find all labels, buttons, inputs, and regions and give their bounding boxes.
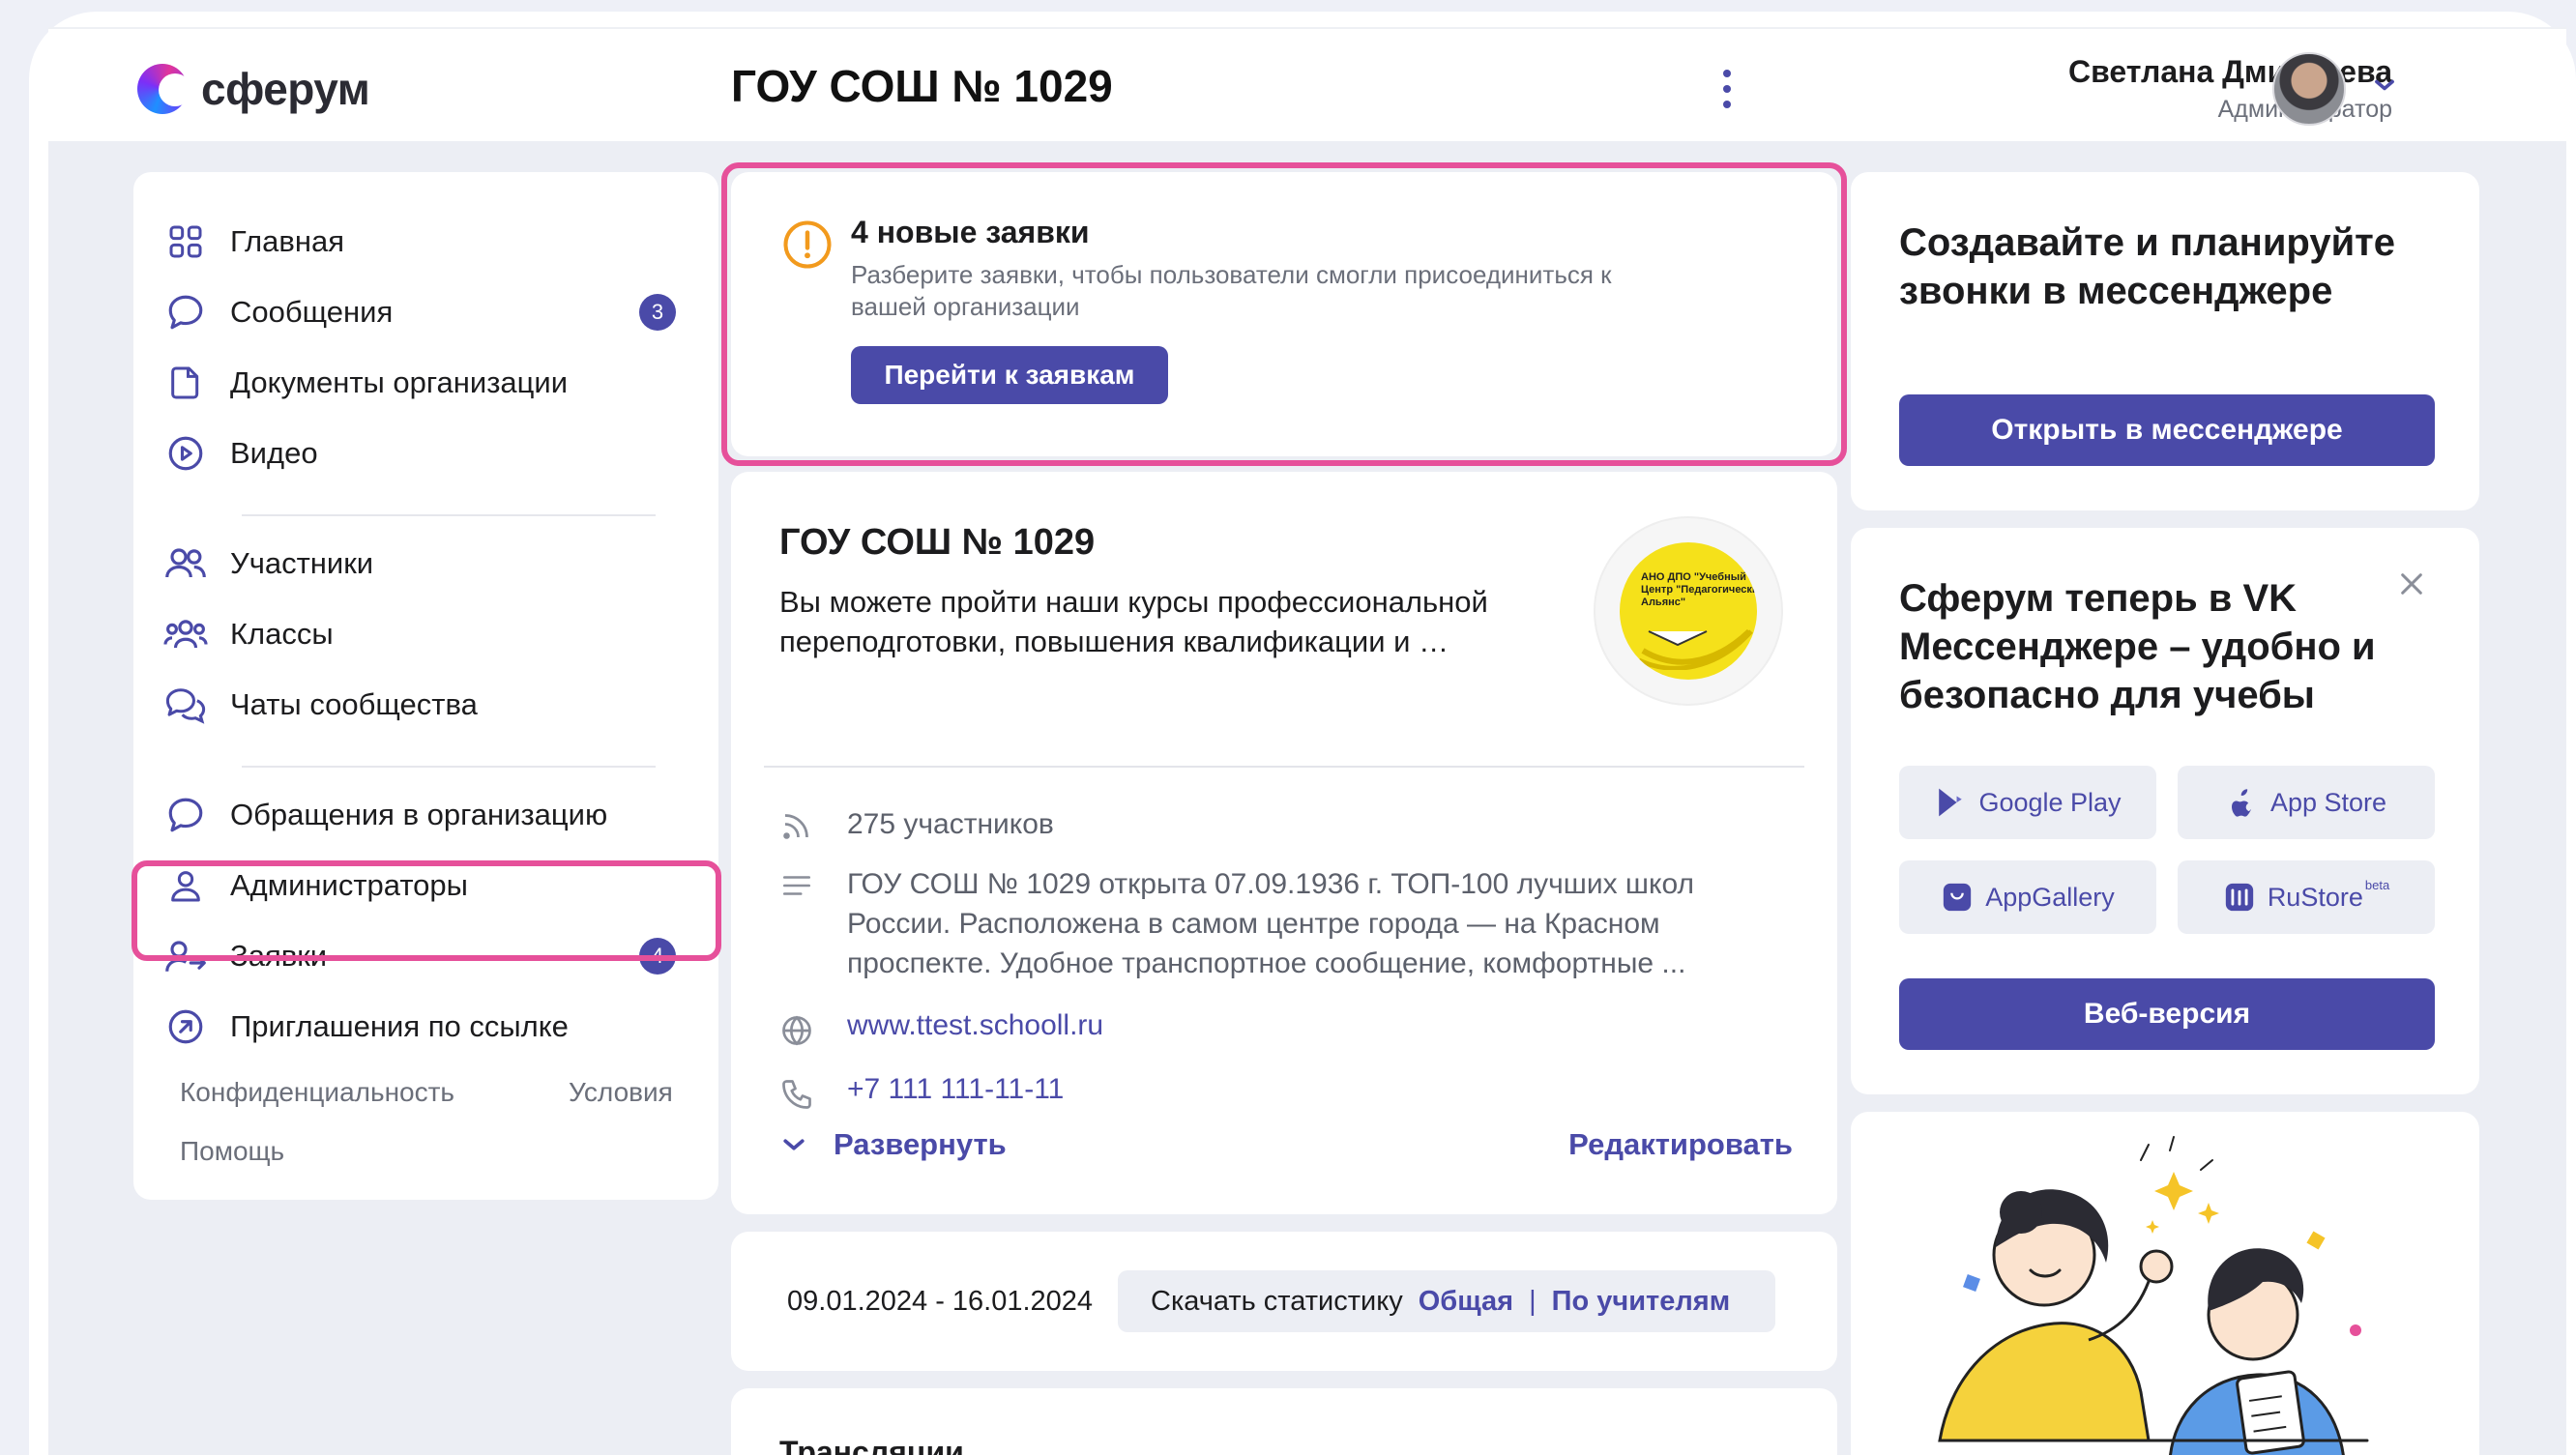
chevron-down-icon [783,1139,805,1150]
website-row: www.ttest.schooll.ru [776,1009,1103,1052]
text-lines-icon [776,864,818,907]
app-window: сферум ГОУ СОШ № 1029 Светлана Дмитриева… [48,27,2566,1455]
rustore-icon [2223,881,2256,914]
store-label: App Store [2269,787,2387,817]
sidebar-item-label: Обращения в организацию [230,798,608,831]
sidebar-item-video[interactable]: Видео [162,423,689,483]
members-count: 275 участников [847,808,1054,840]
rss-icon [776,804,818,847]
sferum-logo[interactable]: сферум [137,62,370,116]
expand-button[interactable]: Развернуть [779,1127,1007,1162]
sidebar-item-appeals[interactable]: Обращения в организацию [162,785,689,845]
globe-icon [776,1009,818,1052]
document-icon [162,360,209,406]
website-link[interactable]: www.ttest.schooll.ru [847,1009,1103,1042]
illustration-card [1851,1112,2479,1455]
sidebar-item-label: Видео [230,436,318,470]
page-title: ГОУ СОШ № 1029 [731,61,1113,111]
date-range[interactable]: 09.01.2024 - 16.01.2024 [787,1286,1093,1318]
sidebar-item-label: Документы организации [230,365,569,399]
edit-button[interactable]: Редактировать [1568,1127,1793,1162]
sidebar-item-label: Приглашения по ссылке [230,1009,569,1043]
sidebar-item-label: Сообщения [230,295,394,329]
org-description: Вы можете пройти наши курсы профессионал… [779,585,1488,658]
privacy-link[interactable]: Конфиденциальность [180,1077,454,1108]
help-link[interactable]: Помощь [180,1136,284,1167]
chevron-down-icon[interactable] [2371,72,2398,99]
broadcasts-card: Трансляции [731,1388,1837,1455]
organization-card: ГОУ СОШ № 1029 Вы можете пройти наши кур… [731,472,1837,1214]
download-general-link[interactable]: Общая [1419,1286,1513,1318]
terms-link[interactable]: Условия [569,1077,673,1108]
beta-tag: beta [2364,878,2390,892]
home-grid-icon [162,218,209,265]
group-icon [162,611,209,657]
logo-text: сферум [201,64,370,114]
members-row: 275 участников [776,804,1054,847]
avatar[interactable] [2272,52,2346,126]
org-divider [764,766,1804,768]
sidebar-item-label: Участники [230,546,374,580]
message-bubble-icon [162,289,209,335]
store-label: AppGallery [1985,882,2115,912]
appgallery-button[interactable]: AppGallery [1899,860,2156,934]
phone-link[interactable]: +7 111 111-11-11 [847,1073,1064,1106]
statistics-card: 09.01.2024 - 16.01.2024 Скачать статисти… [731,1232,1837,1371]
app-store-button[interactable]: App Store [2178,766,2435,839]
sidebar-item-invite-links[interactable]: Приглашения по ссылке [162,997,689,1057]
link-arrow-icon [162,1004,209,1050]
rustore-button[interactable]: RuStore beta [2178,860,2435,934]
chats-icon [162,682,209,728]
sidebar-item-community-chats[interactable]: Чаты сообщества [162,675,689,735]
sidebar-item-label: Классы [230,617,334,651]
sidebar-item-label: Чаты сообщества [230,687,478,721]
sidebar-item-label: Главная [230,224,344,258]
notice-highlight-frame [721,162,1847,466]
open-in-messenger-button[interactable]: Открыть в мессенджере [1899,394,2435,466]
sidebar: Главная Сообщения 3 Документы организаци… [133,172,718,1200]
play-circle-icon [162,430,209,477]
appgallery-icon [1941,881,1974,914]
phone-row: +7 111 111-11-11 [776,1073,1064,1116]
google-play-icon [1934,786,1967,819]
people-talking-illustration [1938,1136,2369,1455]
download-label: Скачать статистику [1151,1285,1403,1317]
broadcasts-title: Трансляции [779,1435,964,1455]
download-statistics: Скачать статистику Общая | По учителям [1118,1270,1775,1332]
apps-promo-card: Сферум теперь в VK Мессенджере – удобно … [1851,528,2479,1094]
expand-label: Развернуть [834,1127,1007,1161]
sidebar-item-messages[interactable]: Сообщения 3 [162,282,689,342]
sidebar-item-members[interactable]: Участники [162,534,689,594]
download-by-teachers-link[interactable]: По учителям [1552,1286,1731,1318]
sidebar-item-home[interactable]: Главная [162,212,689,272]
sferum-logo-icon [137,64,191,114]
users-icon [162,540,209,587]
sidebar-item-documents[interactable]: Документы организации [162,353,689,413]
org-about: ГОУ СОШ № 1029 открыта 07.09.1936 г. ТОП… [847,868,1694,979]
about-row: ГОУ СОШ № 1029 открыта 07.09.1936 г. ТОП… [776,864,1746,983]
message-bubble-icon [162,792,209,838]
calls-promo-card: Создавайте и планируйте звонки в мессенд… [1851,172,2479,510]
org-logo: АНО ДПО "Учебный Центр "Педагогический А… [1594,516,1783,706]
unread-badge: 3 [639,294,676,331]
calls-promo-title: Создавайте и планируйте звонки в мессенд… [1899,221,2396,312]
book-icon [1637,628,1753,670]
store-label: Google Play [1978,787,2122,817]
sidebar-divider [242,766,656,768]
sidebar-divider [242,514,656,516]
requests-highlight-frame [132,860,721,961]
apple-icon [2226,786,2259,819]
apps-promo-title: Сферум теперь в VK Мессенджере – удобно … [1899,577,2376,716]
more-menu-icon[interactable] [1717,70,1737,108]
close-icon[interactable] [2396,568,2427,599]
phone-icon [776,1073,818,1116]
link-separator: | [1529,1285,1537,1317]
top-bar: сферум ГОУ СОШ № 1029 Светлана Дмитриева… [48,27,2566,141]
store-label: RuStore [2267,882,2363,912]
google-play-button[interactable]: Google Play [1899,766,2156,839]
org-title: ГОУ СОШ № 1029 [779,522,1096,563]
sidebar-item-classes[interactable]: Классы [162,604,689,664]
web-version-button[interactable]: Веб-версия [1899,978,2435,1050]
